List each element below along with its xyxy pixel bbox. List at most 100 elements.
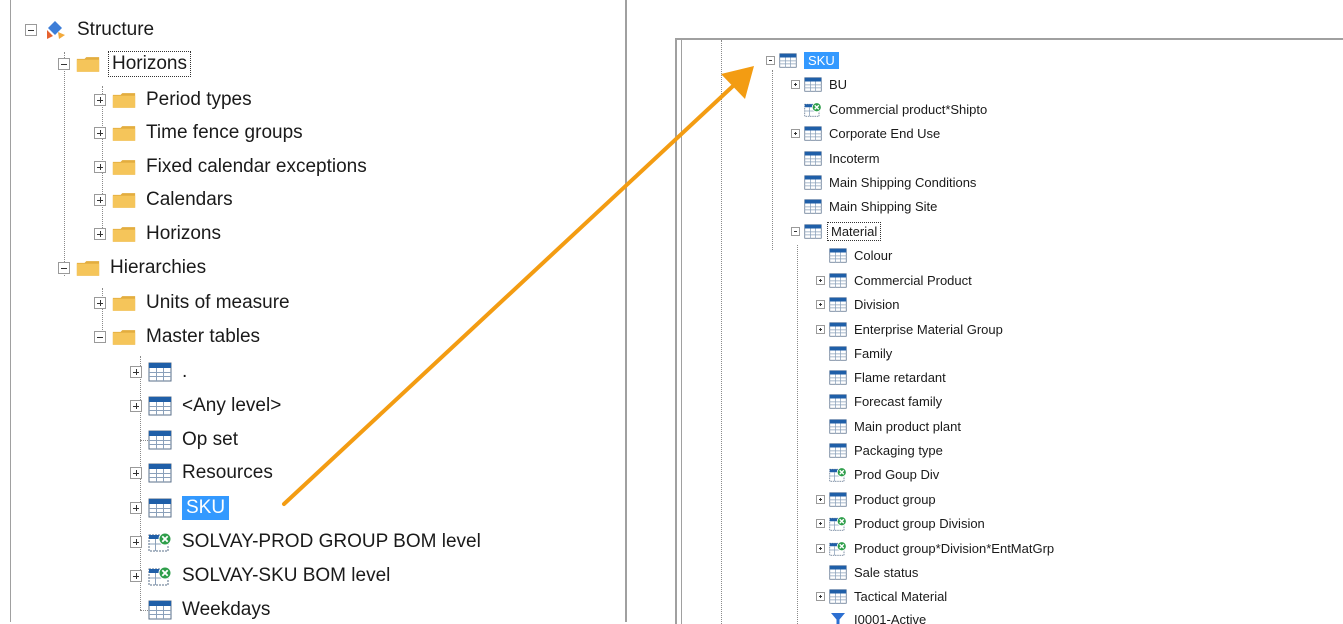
tree-node-structure[interactable]: Structure: [25, 14, 154, 46]
tree-node-product-group-division[interactable]: Product group Division: [816, 512, 985, 534]
folder-icon: [112, 224, 136, 244]
table-icon: [804, 77, 822, 92]
tree-node-product-group-division-entmatgrp[interactable]: Product group*Division*EntMatGrp: [816, 537, 1054, 559]
tree-node-corporate-end-use[interactable]: Corporate End Use: [791, 122, 940, 144]
tree-node-prod-goup-div[interactable]: Prod Goup Div: [816, 463, 939, 485]
tree-node-label: Forecast family: [854, 394, 942, 409]
tree-node-division[interactable]: Division: [816, 293, 900, 315]
tree-node-time-fence-groups[interactable]: Time fence groups: [94, 117, 303, 149]
expand-toggle[interactable]: [816, 325, 825, 334]
tree-node-sku[interactable]: SKU: [130, 492, 229, 524]
tree-node-label-selected: SKU: [804, 52, 839, 69]
tree-node-label: Op set: [182, 429, 238, 451]
expand-toggle[interactable]: [816, 544, 825, 553]
expand-toggle[interactable]: [94, 297, 106, 309]
tree-node-label: Enterprise Material Group: [854, 322, 1003, 337]
tree-node-horizons-child[interactable]: Horizons: [94, 218, 221, 250]
expand-toggle[interactable]: [130, 570, 142, 582]
filter-icon: [829, 612, 847, 624]
tree-node-label: Prod Goup Div: [854, 467, 939, 482]
tree-node-hierarchies[interactable]: Hierarchies: [58, 252, 206, 284]
tree-node-product-group[interactable]: Product group: [816, 488, 936, 510]
tree-node-flame-retardant[interactable]: Flame retardant: [816, 366, 946, 388]
tree-node-horizons[interactable]: Horizons: [58, 48, 189, 80]
tree-guide-line: [772, 70, 773, 250]
collapse-toggle[interactable]: [58, 262, 70, 274]
tree-node-calendars[interactable]: Calendars: [94, 184, 233, 216]
structure-tree-panel[interactable]: Structure Horizons Period types Time fen…: [0, 0, 627, 622]
expand-toggle[interactable]: [816, 300, 825, 309]
table-icon: [804, 224, 822, 239]
tree-node-label: Colour: [854, 248, 892, 263]
tree-node-main-shipping-conditions[interactable]: Main Shipping Conditions: [791, 171, 976, 193]
tree-node-period-types[interactable]: Period types: [94, 84, 252, 116]
expand-toggle[interactable]: [94, 161, 106, 173]
tree-node-label: Product group*Division*EntMatGrp: [854, 541, 1054, 556]
tree-node-material[interactable]: Material: [791, 220, 879, 242]
expand-toggle[interactable]: [94, 94, 106, 106]
composite-table-icon: [829, 467, 847, 482]
tree-node-label: Family: [854, 346, 892, 361]
tree-node-label: I0001-Active: [854, 612, 926, 624]
table-icon: [804, 199, 822, 214]
tree-node-any-level[interactable]: <Any level>: [130, 390, 281, 422]
tree-node-label: Main Shipping Site: [829, 199, 937, 214]
collapse-toggle[interactable]: [766, 56, 775, 65]
expand-toggle[interactable]: [94, 228, 106, 240]
tree-node-label-selected: SKU: [182, 496, 229, 520]
tree-node-label: SOLVAY-PROD GROUP BOM level: [182, 531, 481, 553]
tree-node-packaging-type[interactable]: Packaging type: [816, 439, 943, 461]
structure-icon: [43, 20, 67, 40]
collapse-toggle[interactable]: [94, 331, 106, 343]
table-icon: [148, 396, 172, 416]
tree-node-incoterm[interactable]: Incoterm: [791, 147, 880, 169]
tree-node-label: BU: [829, 77, 847, 92]
table-icon: [829, 565, 847, 580]
expand-toggle[interactable]: [94, 194, 106, 206]
tree-node-colour[interactable]: Colour: [816, 244, 892, 266]
table-icon: [804, 151, 822, 166]
table-icon: [148, 362, 172, 382]
expand-toggle[interactable]: [816, 495, 825, 504]
tree-node-units-of-measure[interactable]: Units of measure: [94, 287, 290, 319]
table-icon: [148, 463, 172, 483]
tree-node-dot[interactable]: .: [130, 356, 187, 388]
tree-node-fixed-calendar-exceptions[interactable]: Fixed calendar exceptions: [94, 151, 367, 183]
expand-toggle[interactable]: [130, 366, 142, 378]
tree-node-family[interactable]: Family: [816, 342, 892, 364]
tree-node-label: Packaging type: [854, 443, 943, 458]
expand-toggle[interactable]: [816, 519, 825, 528]
expand-toggle[interactable]: [130, 467, 142, 479]
expand-toggle[interactable]: [130, 536, 142, 548]
tree-node-solvay-sku-bom[interactable]: SOLVAY-SKU BOM level: [130, 560, 390, 592]
tree-node-resources[interactable]: Resources: [130, 457, 273, 489]
tree-node-label: Main Shipping Conditions: [829, 175, 976, 190]
expand-toggle[interactable]: [130, 400, 142, 412]
collapse-toggle[interactable]: [25, 24, 37, 36]
folder-icon: [112, 90, 136, 110]
sku-tree-panel[interactable]: SKU BU Commercial product*Shipto Corpora…: [675, 38, 1343, 624]
collapse-toggle[interactable]: [58, 58, 70, 70]
tree-node-commercial-product[interactable]: Commercial Product: [816, 269, 972, 291]
tree-node-master-tables[interactable]: Master tables: [94, 321, 260, 353]
tree-node-enterprise-material-group[interactable]: Enterprise Material Group: [816, 318, 1003, 340]
collapse-toggle[interactable]: [791, 227, 800, 236]
expand-toggle[interactable]: [816, 276, 825, 285]
tree-node-op-set[interactable]: Op set: [130, 424, 238, 456]
expand-toggle[interactable]: [791, 80, 800, 89]
expand-toggle[interactable]: [791, 129, 800, 138]
tree-node-sale-status[interactable]: Sale status: [816, 561, 918, 583]
tree-node-main-shipping-site[interactable]: Main Shipping Site: [791, 195, 937, 217]
tree-node-main-product-plant[interactable]: Main product plant: [816, 415, 961, 437]
expand-toggle[interactable]: [94, 127, 106, 139]
tree-node-forecast-family[interactable]: Forecast family: [816, 390, 942, 412]
table-icon: [829, 394, 847, 409]
expand-toggle[interactable]: [130, 502, 142, 514]
tree-node-solvay-prod-group-bom[interactable]: SOLVAY-PROD GROUP BOM level: [130, 526, 481, 558]
tree-node-sku[interactable]: SKU: [766, 49, 839, 71]
expand-toggle[interactable]: [816, 592, 825, 601]
tree-node-commercial-product-shipto[interactable]: Commercial product*Shipto: [791, 98, 987, 120]
tree-node-bu[interactable]: BU: [791, 73, 847, 95]
tree-node-tactical-material[interactable]: Tactical Material: [816, 585, 947, 607]
tree-node-weekdays[interactable]: Weekdays: [130, 594, 270, 622]
